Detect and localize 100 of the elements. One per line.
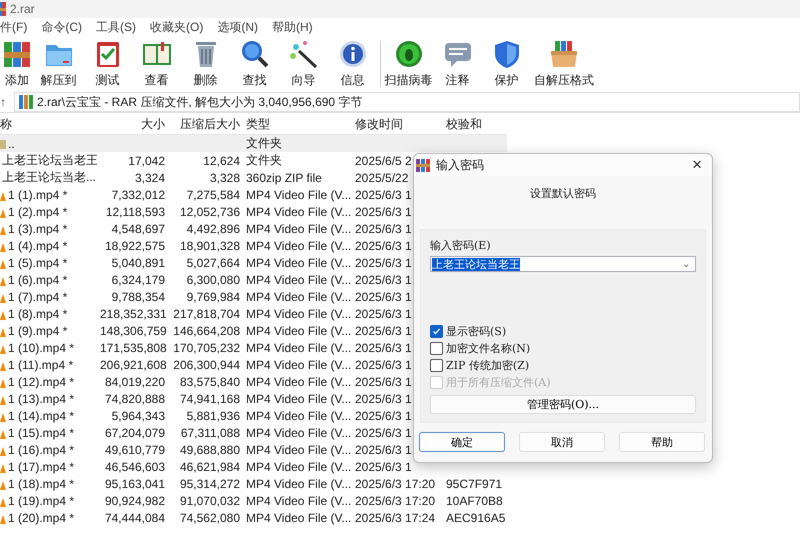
checkbox[interactable] [430,324,443,338]
menu-item[interactable]: 帮助(H) [272,18,313,36]
file-name[interactable]: 1 (16).mp4 * [8,442,74,456]
extract-tool-button[interactable]: 解压到 [34,37,83,91]
file-name[interactable]: 1 (7).mp4 * [8,290,68,304]
file-name[interactable]: 1 (8).mp4 * [8,306,68,320]
password-label: 输入密码(E) [430,238,492,253]
packed-size-cell: 5,027,664 [186,256,240,270]
column-header[interactable]: 称 [0,116,97,133]
sfx-tool-button[interactable]: 自解压格式 [531,37,597,91]
packed-size-cell: 12,052,736 [180,204,240,218]
menu-item[interactable]: 件(F) [0,18,28,36]
type-cell: MP4 Video File (V... [246,238,352,252]
file-name[interactable]: 1 (2).mp4 * [8,204,68,218]
file-name[interactable]: 1 (14).mp4 * [8,408,74,422]
packed-size-cell: 12,624 [203,154,240,168]
modified-cell: 2025/6/3 1 [355,358,412,372]
file-name[interactable]: 上老王论坛当老... [2,169,96,186]
size-cell: 206,921,608 [100,358,167,372]
type-cell: MP4 Video File (V... [246,476,352,490]
option-label[interactable]: 加密文件名称(N) [446,340,530,356]
option-label[interactable]: 显示密码(S) [446,324,506,338]
wand-icon [288,39,318,69]
info-tool-button[interactable]: 信息 [328,37,377,91]
virus-tool-button[interactable]: 扫描病毒 [384,37,433,91]
archive-icon [19,95,33,109]
add-tool-button[interactable]: 添加 [0,37,34,91]
file-name[interactable]: 1 (5).mp4 * [8,256,68,270]
modified-cell: 2025/6/3 1 [355,188,412,202]
packed-size-cell: 4,492,896 [186,222,240,236]
view-tool-button[interactable]: 查看 [132,37,181,91]
modified-cell: 2025/6/3 1 [355,256,412,270]
menu-item[interactable]: 命令(C) [41,18,82,36]
file-name[interactable]: 1 (20).mp4 * [8,510,74,524]
file-name[interactable]: 1 (18).mp4 * [8,476,74,490]
size-cell: 5,040,891 [112,256,165,270]
find-tool-button[interactable]: 查找 [230,37,279,91]
address-field[interactable]: 2.rar\云宝宝 - RAR 压缩文件, 解包大小为 3,040,956,690 字节 [14,92,800,112]
file-name[interactable]: 1 (11).mp4 * [8,358,74,372]
file-name[interactable]: 1 (13).mp4 * [8,392,74,406]
column-header[interactable]: 校验和 [443,116,507,133]
file-name[interactable]: 1 (15).mp4 * [8,426,74,440]
menu-item[interactable]: 工具(S) [96,18,136,36]
type-cell: MP4 Video File (V... [246,426,352,440]
size-cell: 74,444,084 [104,510,165,524]
file-name[interactable]: .. [8,136,15,150]
checkbox[interactable] [430,358,443,372]
info-icon [338,39,368,69]
menu-item[interactable]: 选项(N) [217,18,258,36]
file-name[interactable]: 1 (10).mp4 * [8,340,74,354]
checkbox[interactable] [430,342,443,354]
size-cell: 67,204,079 [104,426,165,440]
dialog-button[interactable]: 确定 [419,432,505,452]
modified-cell: 2025/6/3 1 [355,374,412,388]
option-label[interactable]: ZIP 传统加密(Z) [446,358,530,372]
dialog-button[interactable]: 帮助 [619,432,705,452]
file-name[interactable]: 1 (9).mp4 * [8,324,68,338]
dialog-subtitle: 设置默认密码 [530,187,596,200]
dialog-button[interactable]: 取消 [519,432,605,452]
file-name[interactable]: 1 (17).mp4 * [8,460,74,474]
close-button[interactable]: × [688,155,706,175]
modified-cell: 2025/6/3 1 [355,238,412,252]
type-cell: MP4 Video File (V... [246,272,352,286]
column-header[interactable]: 压缩后大小 [168,116,243,133]
delete-tool-button[interactable]: 删除 [181,37,230,91]
menu-item[interactable]: 收藏夹(O) [150,18,204,36]
box-icon [549,39,579,69]
file-name[interactable]: 1 (19).mp4 * [8,494,74,508]
size-cell: 7,332,012 [112,188,165,202]
column-header[interactable]: 类型 [243,116,352,133]
column-header[interactable]: 修改时间 [352,116,443,133]
search-icon [240,39,270,69]
comment-tool-button[interactable]: 注释 [433,37,482,91]
type-cell: MP4 Video File (V... [246,340,352,354]
modified-cell: 2025/6/3 1 [355,408,412,422]
type-cell: MP4 Video File (V... [246,494,352,508]
test-tool-button[interactable]: 测试 [83,37,132,91]
up-button[interactable]: ↑ [0,95,10,109]
size-cell: 95,163,041 [104,476,165,490]
packed-size-cell: 95,314,272 [180,476,240,490]
books-icon [2,39,32,69]
type-cell: MP4 Video File (V... [246,392,352,406]
file-name[interactable]: 1 (4).mp4 * [8,238,68,252]
modified-cell: 2025/6/3 1 [355,324,412,338]
file-name[interactable]: 1 (12).mp4 * [8,374,74,388]
type-cell: MP4 Video File (V... [246,290,352,304]
type-cell: 360zip ZIP file [246,170,322,184]
file-name[interactable]: 1 (6).mp4 * [8,272,68,286]
protect-tool-button[interactable]: 保护 [482,37,531,91]
manage-passwords-button[interactable]: 管理密码(O)... [430,395,696,414]
packed-size-cell: 146,664,208 [173,324,240,338]
file-name[interactable]: 1 (3).mp4 * [8,222,68,236]
type-cell: MP4 Video File (V... [246,188,352,202]
file-name[interactable]: 1 (1).mp4 * [8,188,68,202]
size-cell: 6,324,179 [112,272,165,286]
column-header[interactable]: 大小 [97,116,168,133]
wizard-tool-button[interactable]: 向导 [279,37,328,91]
size-cell: 3,324 [134,170,165,184]
password-field[interactable]: 上老王论坛当老王 ⌄ [430,256,696,272]
modified-cell: 2025/6/3 1 [355,426,412,440]
